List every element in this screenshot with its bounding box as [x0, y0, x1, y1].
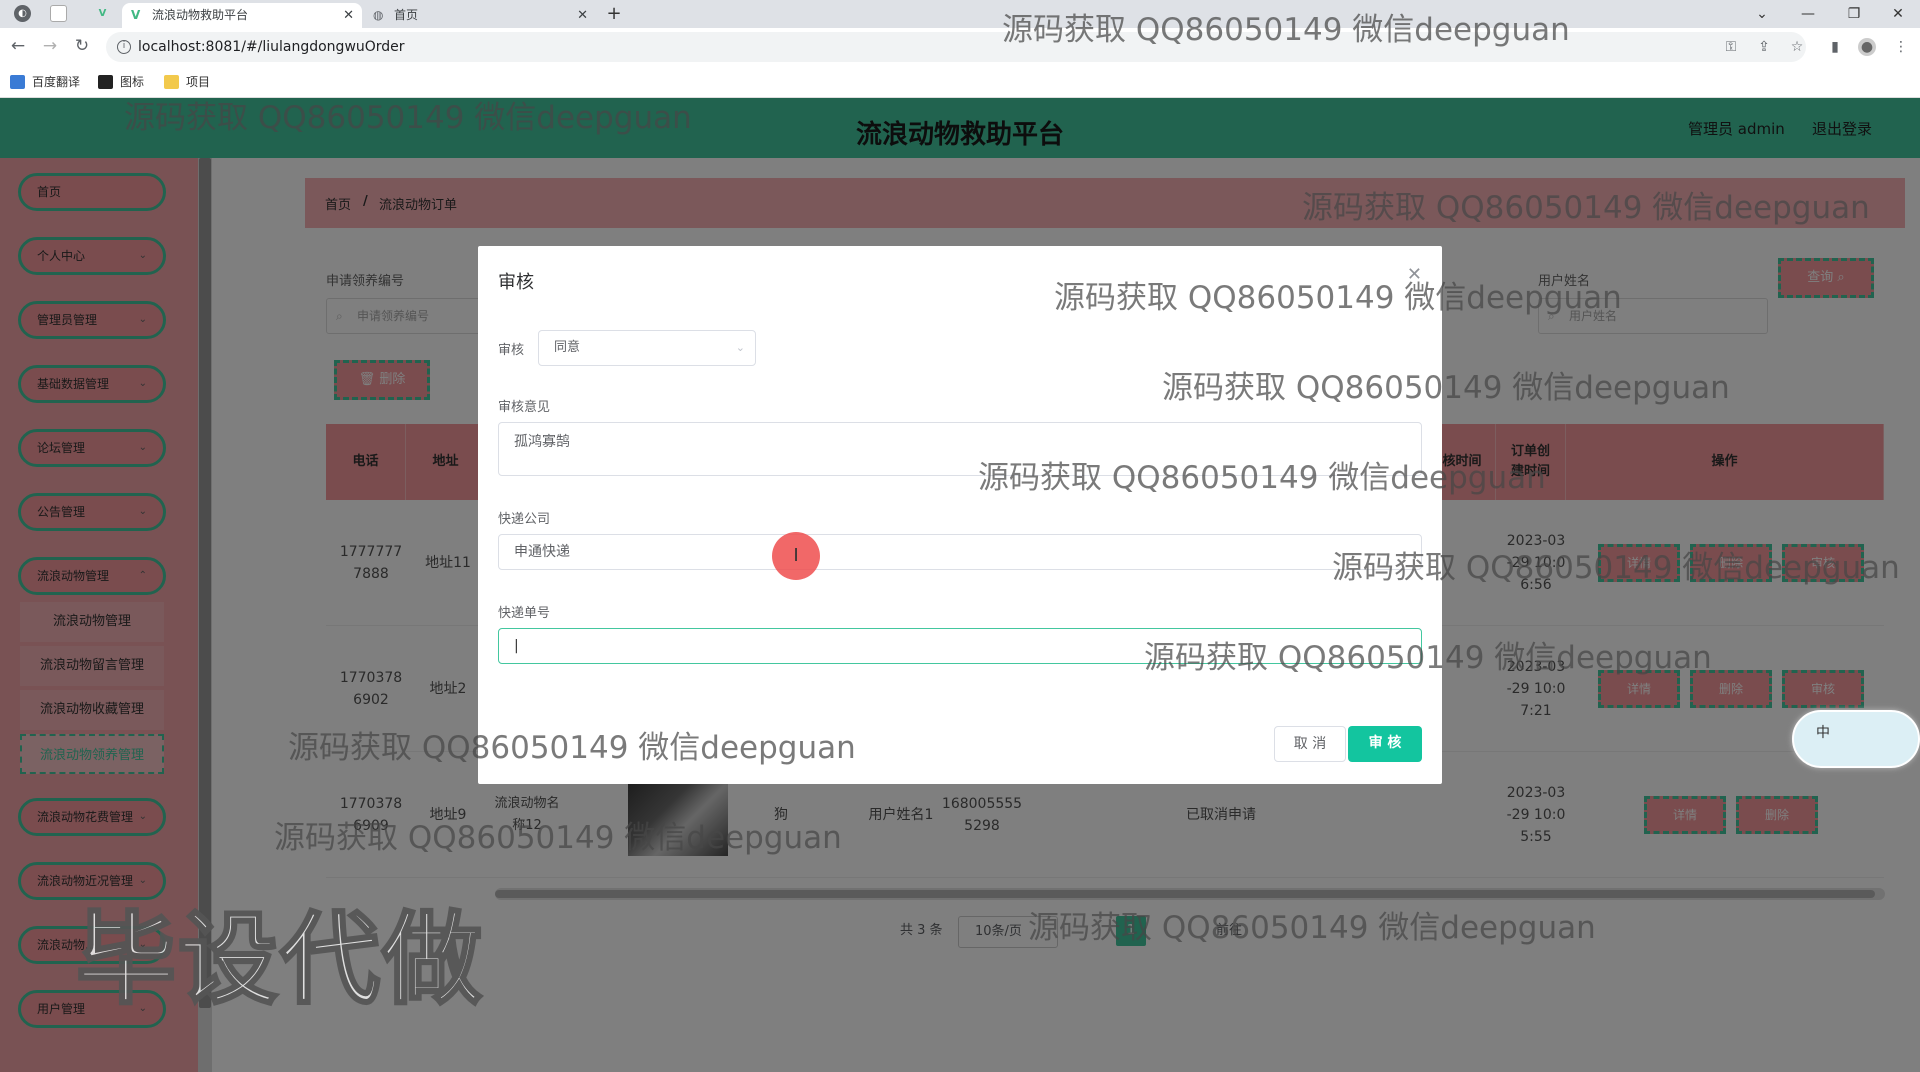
sidepanel-icon[interactable]: ▮: [1826, 38, 1844, 56]
globe-icon: ◍: [373, 8, 384, 22]
new-tab-icon[interactable]: +: [600, 0, 628, 28]
chevron-down-icon: ⌄: [735, 341, 745, 354]
share-icon[interactable]: ⇪: [1755, 38, 1773, 56]
bookmark-icons[interactable]: 图标: [98, 73, 144, 91]
bookmark-project[interactable]: 项目: [164, 73, 210, 91]
dialog-title: 审核: [498, 272, 534, 293]
reload-icon[interactable]: ↻: [72, 36, 92, 56]
bookmark-label: 百度翻译: [32, 75, 81, 89]
key-icon[interactable]: ⚿: [1722, 38, 1740, 56]
bookmarks-bar: 百度翻译 图标 项目: [0, 66, 1920, 98]
address-bar: ← → ↻ i localhost:8081/#/liulangdongwuOr…: [0, 28, 1920, 66]
tab-search-icon[interactable]: [50, 5, 67, 22]
express-company-label: 快递公司: [498, 512, 551, 527]
watermark-big: 毕设代做: [75, 900, 484, 1020]
express-company-input[interactable]: 申通快递: [498, 534, 1422, 570]
close-tab-icon[interactable]: ✕: [343, 3, 354, 28]
audit-select[interactable]: 同意 ⌄: [538, 330, 756, 366]
back-arrow-icon[interactable]: ←: [8, 36, 28, 56]
opinion-textarea[interactable]: 孤鸿寡鹄: [498, 422, 1422, 476]
folder-icon: [164, 75, 179, 89]
ime-floating-widget[interactable]: 中: [1792, 710, 1920, 768]
url-text[interactable]: localhost:8081/#/liulangdongwuOrder: [138, 32, 405, 62]
tab-title: 流浪动物救助平台: [152, 8, 249, 22]
close-icon[interactable]: ✕: [1407, 264, 1422, 285]
browser-menu-icon[interactable]: ◐: [14, 5, 31, 22]
bookmark-label: 项目: [186, 75, 211, 89]
text-caret: |: [514, 638, 519, 654]
bookmark-baidu-translate[interactable]: 百度翻译: [10, 73, 80, 91]
cancel-button[interactable]: 取 消: [1274, 726, 1346, 762]
tab-title: 首页: [394, 8, 419, 22]
bookmark-label: 图标: [120, 75, 145, 89]
opinion-label: 审核意见: [498, 400, 551, 415]
confirm-audit-button[interactable]: 审 核: [1348, 726, 1422, 762]
window-close-icon[interactable]: ✕: [1876, 0, 1920, 28]
tracking-number-input[interactable]: |: [498, 628, 1422, 664]
image-icon: [98, 75, 113, 89]
tab-list-chevron-icon[interactable]: ⌄: [1740, 0, 1784, 28]
select-value: 同意: [554, 340, 581, 355]
tab-inactive[interactable]: ◍ 首页 ✕: [364, 3, 596, 28]
audit-dialog: 审核 ✕ 审核 同意 ⌄ 审核意见 孤鸿寡鹄 快递公司 申通快递 快递单号 | …: [478, 246, 1442, 784]
restore-icon[interactable]: ❐: [1832, 0, 1876, 28]
close-tab-icon[interactable]: ✕: [577, 3, 588, 28]
vue-logo-icon: V: [131, 8, 141, 22]
minimize-icon[interactable]: —: [1786, 0, 1830, 28]
info-icon[interactable]: i: [117, 40, 131, 54]
pinned-vue-icon[interactable]: V: [94, 5, 111, 22]
translate-icon: [10, 75, 25, 89]
ime-mode-label: 中: [1816, 725, 1830, 741]
star-icon[interactable]: ☆: [1788, 38, 1806, 56]
more-vert-icon[interactable]: ⋮: [1892, 38, 1910, 56]
tab-active[interactable]: V 流浪动物救助平台 ✕: [122, 3, 362, 28]
cursor-click-indicator: I: [772, 532, 820, 580]
url-box[interactable]: i localhost:8081/#/liulangdongwuOrder: [106, 32, 1806, 62]
browser-tab-bar: ◐ V V 流浪动物救助平台 ✕ ◍ 首页 ✕ + ⌄ — ❐ ✕: [0, 0, 1920, 28]
audit-label: 审核: [498, 343, 525, 358]
profile-avatar-icon[interactable]: ●: [1858, 38, 1876, 56]
tracking-number-label: 快递单号: [498, 606, 551, 621]
forward-arrow-icon[interactable]: →: [40, 36, 60, 56]
